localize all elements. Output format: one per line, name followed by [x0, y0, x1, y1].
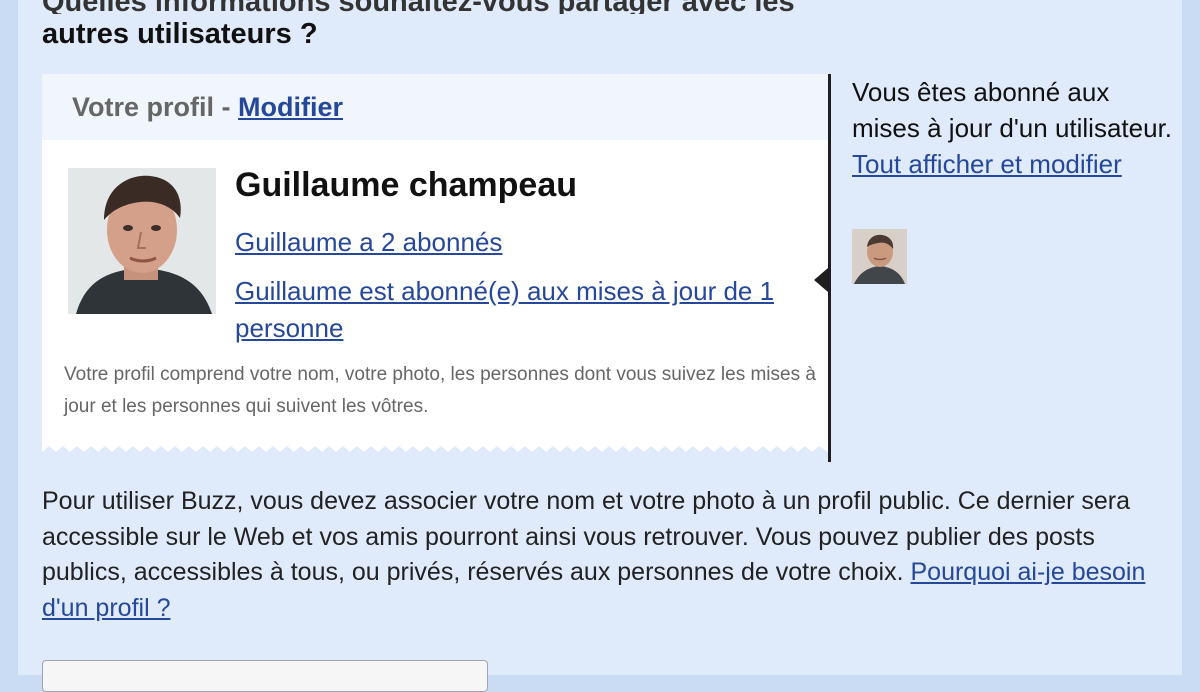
subscription-text: Vous êtes abonné aux mises à jour d'un u…: [852, 77, 1173, 143]
profile-photo: [68, 168, 216, 314]
card-pointer: [814, 268, 828, 292]
person-photo-icon: [852, 229, 907, 284]
profile-name: Guillaume champeau: [235, 166, 577, 204]
subscribed-user-photo[interactable]: [852, 229, 907, 284]
subscriptions-sidebar: Vous êtes abonné aux mises à jour d'un u…: [852, 74, 1172, 182]
buzz-profile-panel: Quelles informations souhaitez-vous part…: [18, 0, 1182, 692]
question-heading: Quelles informations souhaitez-vous part…: [42, 0, 1162, 55]
continue-button[interactable]: [42, 660, 488, 692]
profile-explanation: Pour utiliser Buzz, vous devez associer …: [42, 484, 1172, 626]
following-link[interactable]: Guillaume est abonné(e) aux mises à jour…: [235, 273, 815, 347]
profile-card: Votre profil - Modifier Guillaume champe…: [42, 74, 831, 462]
zigzag-edge: [42, 446, 828, 462]
profile-card-header: Votre profil - Modifier: [42, 74, 828, 140]
profile-description: Votre profil comprend votre nom, votre p…: [64, 364, 816, 417]
question-heading-line1: Quelles informations souhaitez-vous part…: [42, 0, 1162, 14]
view-and-edit-link[interactable]: Tout afficher et modifier: [852, 149, 1122, 179]
question-heading-line2: autres utilisateurs ?: [42, 18, 318, 50]
person-photo-icon: [68, 168, 216, 314]
profile-header-label: Votre profil -: [72, 92, 238, 122]
edit-profile-link[interactable]: Modifier: [238, 92, 343, 122]
followers-link[interactable]: Guillaume a 2 abonnés: [235, 227, 502, 258]
